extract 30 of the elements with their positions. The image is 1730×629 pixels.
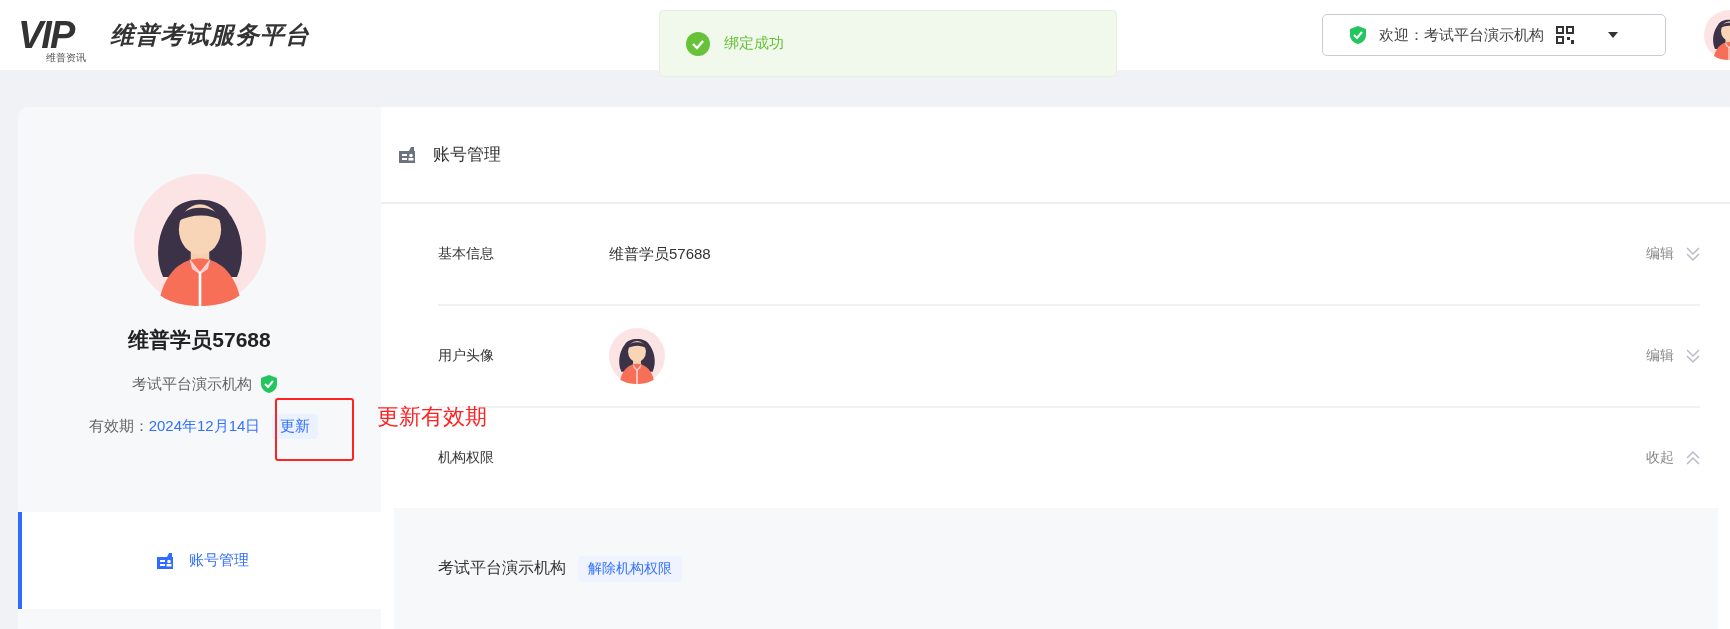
renew-button[interactable]: 更新 — [272, 414, 319, 439]
welcome-dropdown[interactable]: 欢迎：考试平台演示机构 — [1322, 14, 1666, 56]
section-label: 机构权限 — [438, 449, 495, 467]
panel-title: 账号管理 — [433, 144, 501, 166]
id-card-icon — [397, 145, 417, 164]
user-name: 维普学员57688 — [128, 327, 271, 353]
check-circle-icon — [686, 31, 710, 56]
organization-name: 考试平台演示机构 — [438, 558, 566, 578]
validity-date: 2024年12月14日 — [148, 417, 261, 436]
caret-down-icon — [1608, 32, 1618, 38]
sidebar-item[interactable]: 账号管理 — [18, 512, 381, 609]
shield-check-icon — [1349, 25, 1367, 45]
annotation-text: 更新有效期 — [377, 403, 487, 431]
section-label: 基本信息 — [438, 245, 495, 263]
section-value: 维普学员57688 — [609, 244, 711, 264]
section-toggle[interactable]: 收起 — [1646, 449, 1700, 467]
logo-mark: VIP — [18, 18, 74, 52]
section-label: 用户头像 — [438, 347, 495, 365]
id-card-icon — [154, 551, 175, 570]
section-toggle[interactable]: 编辑 — [1646, 245, 1700, 263]
toast-message: 绑定成功 — [724, 34, 784, 53]
revoke-permission-button[interactable]: 解除机构权限 — [578, 555, 682, 582]
app-title: 维普考试服务平台 — [110, 20, 310, 50]
validity-label: 有效期： — [88, 417, 149, 436]
qr-code-icon — [1556, 26, 1574, 44]
section-toggle[interactable]: 编辑 — [1646, 347, 1700, 365]
avatar-icon — [133, 174, 266, 306]
organization-name: 考试平台演示机构 — [131, 374, 252, 394]
logo-subtitle: 维普资讯 — [46, 51, 86, 65]
avatar-icon — [609, 328, 665, 384]
